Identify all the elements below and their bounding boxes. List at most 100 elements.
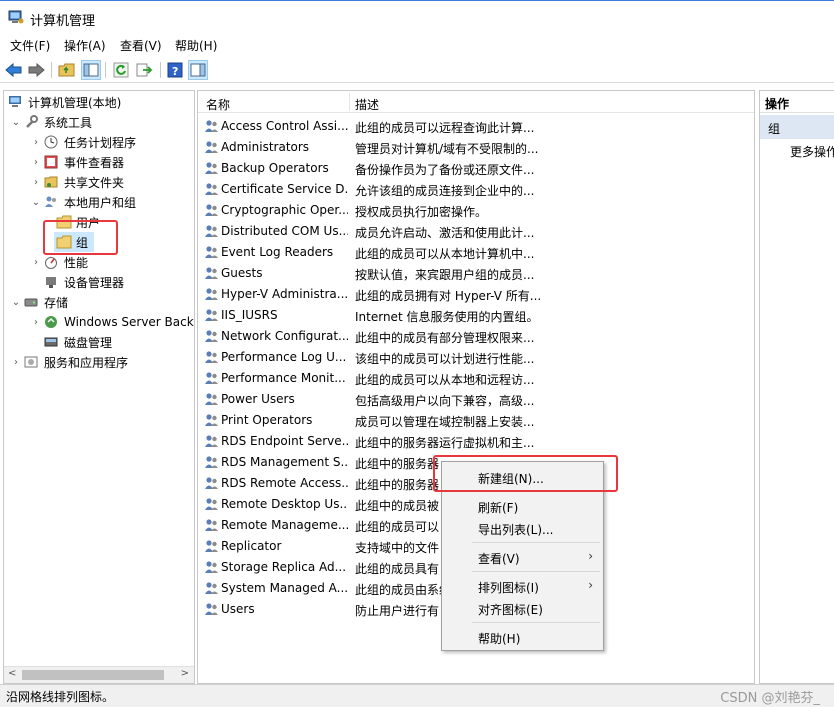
tree-label: 事件查看器 <box>64 155 125 170</box>
menu-file[interactable]: 文件(F) <box>8 37 52 54</box>
actions-header: 操作 <box>760 91 834 113</box>
group-name: Network Configurat... <box>221 329 348 343</box>
group-row[interactable]: Guests 按默认值，来宾跟用户组的成员... <box>198 263 754 284</box>
menu-item-label: 刷新(F) <box>478 501 519 515</box>
group-row[interactable]: Administrators 管理员对计算机/域有不受限制的... <box>198 137 754 158</box>
group-name: Guests <box>221 266 263 280</box>
toolbar: ? <box>0 57 834 83</box>
tree-item-device-manager[interactable]: 设备管理器 <box>42 272 124 292</box>
chevron-right-icon[interactable]: › <box>30 317 42 328</box>
scroll-right-icon[interactable]: > <box>181 668 189 679</box>
tree-label: 任务计划程序 <box>64 135 137 150</box>
tree-item-storage[interactable]: ⌄ 存储 <box>10 292 68 312</box>
scrollbar-thumb[interactable] <box>22 670 164 680</box>
tree-label: 磁盘管理 <box>64 335 113 350</box>
svg-text:?: ? <box>172 65 178 78</box>
tree-item-root[interactable]: 计算机管理(本地) <box>6 92 121 112</box>
group-description: 此组的成员可以从本地计算机中... <box>355 247 535 261</box>
group-row[interactable]: Cryptographic Oper... 授权成员执行加密操作。 <box>198 200 754 221</box>
title-bar: 计算机管理 <box>0 0 834 34</box>
clock-icon <box>44 135 60 149</box>
menu-item-refresh[interactable]: 刷新(F) <box>442 495 603 517</box>
group-name: Hyper-V Administra... <box>221 287 348 301</box>
group-row[interactable]: Hyper-V Administra... 此组的成员拥有对 Hyper-V 所有… <box>198 284 754 305</box>
chevron-right-icon[interactable]: › <box>30 177 42 188</box>
menu-item-line-up-icons[interactable]: 对齐图标(E) <box>442 597 603 619</box>
tree-item-performance[interactable]: › 性能 <box>30 252 88 272</box>
toolbar-separator <box>160 62 161 78</box>
group-row[interactable]: Distributed COM Us... 成员允许启动、激活和使用此计... <box>198 221 754 242</box>
group-row[interactable]: Certificate Service D... 允许该组的成员连接到企业中的..… <box>198 179 754 200</box>
forward-icon[interactable] <box>26 60 46 80</box>
group-row[interactable]: Power Users 包括高级用户以向下兼容，高级... <box>198 389 754 410</box>
group-description: 包括高级用户以向下兼容，高级... <box>355 394 535 408</box>
menu-item-view[interactable]: 查看(V) › <box>442 546 603 568</box>
more-actions-link[interactable]: 更多操作 <box>790 143 834 160</box>
tree-item-local-users-groups[interactable]: ⌄ 本地用户和组 <box>30 192 136 212</box>
back-icon[interactable] <box>4 60 24 80</box>
chevron-right-icon[interactable]: › <box>30 157 42 168</box>
group-name: Remote Desktop Us... <box>221 497 348 511</box>
group-icon <box>204 371 219 385</box>
group-name: RDS Remote Access... <box>221 476 348 490</box>
group-description: Internet 信息服务使用的内置组。 <box>355 310 539 324</box>
column-header-description[interactable]: 描述 <box>355 96 379 113</box>
group-name: Remote Manageme... <box>221 518 348 532</box>
group-icon <box>204 161 219 175</box>
show-hide-action-pane-icon[interactable] <box>188 60 208 80</box>
group-description: 允许该组的成员连接到企业中的... <box>355 184 535 198</box>
column-header-name[interactable]: 名称 <box>206 96 230 113</box>
tree-item-task-scheduler[interactable]: › 任务计划程序 <box>30 132 136 152</box>
tree-item-event-viewer[interactable]: › 事件查看器 <box>30 152 124 172</box>
export-list-icon[interactable] <box>134 60 154 80</box>
group-name: Performance Log U... <box>221 350 347 364</box>
group-row[interactable]: Access Control Assi... 此组的成员可以远程查询此计算... <box>198 116 754 137</box>
column-separator[interactable] <box>349 93 350 111</box>
group-icon <box>204 497 219 511</box>
tree-item-shared-folders[interactable]: › 共享文件夹 <box>30 172 124 192</box>
chevron-right-icon[interactable]: › <box>10 357 22 368</box>
tree-item-system-tools[interactable]: ⌄ 系统工具 <box>10 112 92 132</box>
help-icon[interactable]: ? <box>165 60 185 80</box>
tree-item-disk-management[interactable]: 磁盘管理 <box>42 332 112 352</box>
chevron-down-icon[interactable]: ⌄ <box>10 117 22 128</box>
tree-horizontal-scrollbar[interactable]: < > <box>4 666 194 683</box>
group-row[interactable]: IIS_IUSRS Internet 信息服务使用的内置组。 <box>198 305 754 326</box>
show-hide-tree-icon[interactable] <box>81 60 101 80</box>
menu-help[interactable]: 帮助(H) <box>173 37 219 54</box>
chevron-down-icon[interactable]: ⌄ <box>30 197 42 208</box>
tree-item-windows-server-backup[interactable]: › Windows Server Back <box>30 312 194 332</box>
chevron-down-icon[interactable]: ⌄ <box>10 297 22 308</box>
menu-item-help[interactable]: 帮助(H) <box>442 626 603 648</box>
chevron-right-icon[interactable]: › <box>30 137 42 148</box>
actions-group-section[interactable]: 组 <box>760 115 834 139</box>
group-name: Event Log Readers <box>221 245 334 259</box>
tree-item-services-apps[interactable]: › 服务和应用程序 <box>10 352 128 372</box>
menu-item-export-list[interactable]: 导出列表(L)... <box>442 517 603 539</box>
group-name: Administrators <box>221 140 310 154</box>
group-name: Replicator <box>221 539 282 553</box>
group-row[interactable]: Event Log Readers 此组的成员可以从本地计算机中... <box>198 242 754 263</box>
menu-separator <box>472 571 600 572</box>
group-icon <box>204 119 219 133</box>
menu-item-arrange-icons[interactable]: 排列图标(I) › <box>442 575 603 597</box>
tools-icon <box>24 115 40 129</box>
group-row[interactable]: RDS Endpoint Serve... 此组中的服务器运行虚拟机和主... <box>198 431 754 452</box>
group-description: 此组的成员可以从本地和远程访... <box>355 373 535 387</box>
group-icon <box>204 434 219 448</box>
menu-action[interactable]: 操作(A) <box>62 37 108 54</box>
group-icon <box>204 287 219 301</box>
chevron-right-icon[interactable]: › <box>30 257 42 268</box>
backup-icon <box>44 315 60 329</box>
status-text: 沿网格线排列图标。 <box>6 690 115 704</box>
console-tree[interactable]: 计算机管理(本地) ⌄ 系统工具 › 任务计划程序 › 事件查看器 › 共享文件… <box>3 90 195 684</box>
scroll-left-icon[interactable]: < <box>8 668 16 679</box>
up-folder-icon[interactable] <box>57 60 77 80</box>
group-row[interactable]: Performance Monit... 此组的成员可以从本地和远程访... <box>198 368 754 389</box>
group-row[interactable]: Network Configurat... 此组中的成员有部分管理权限来... <box>198 326 754 347</box>
group-row[interactable]: Backup Operators 备份操作员为了备份或还原文件... <box>198 158 754 179</box>
group-row[interactable]: Print Operators 成员可以管理在域控制器上安装... <box>198 410 754 431</box>
group-row[interactable]: Performance Log U... 该组中的成员可以计划进行性能... <box>198 347 754 368</box>
menu-view[interactable]: 查看(V) <box>118 37 164 54</box>
refresh-icon[interactable] <box>111 60 131 80</box>
